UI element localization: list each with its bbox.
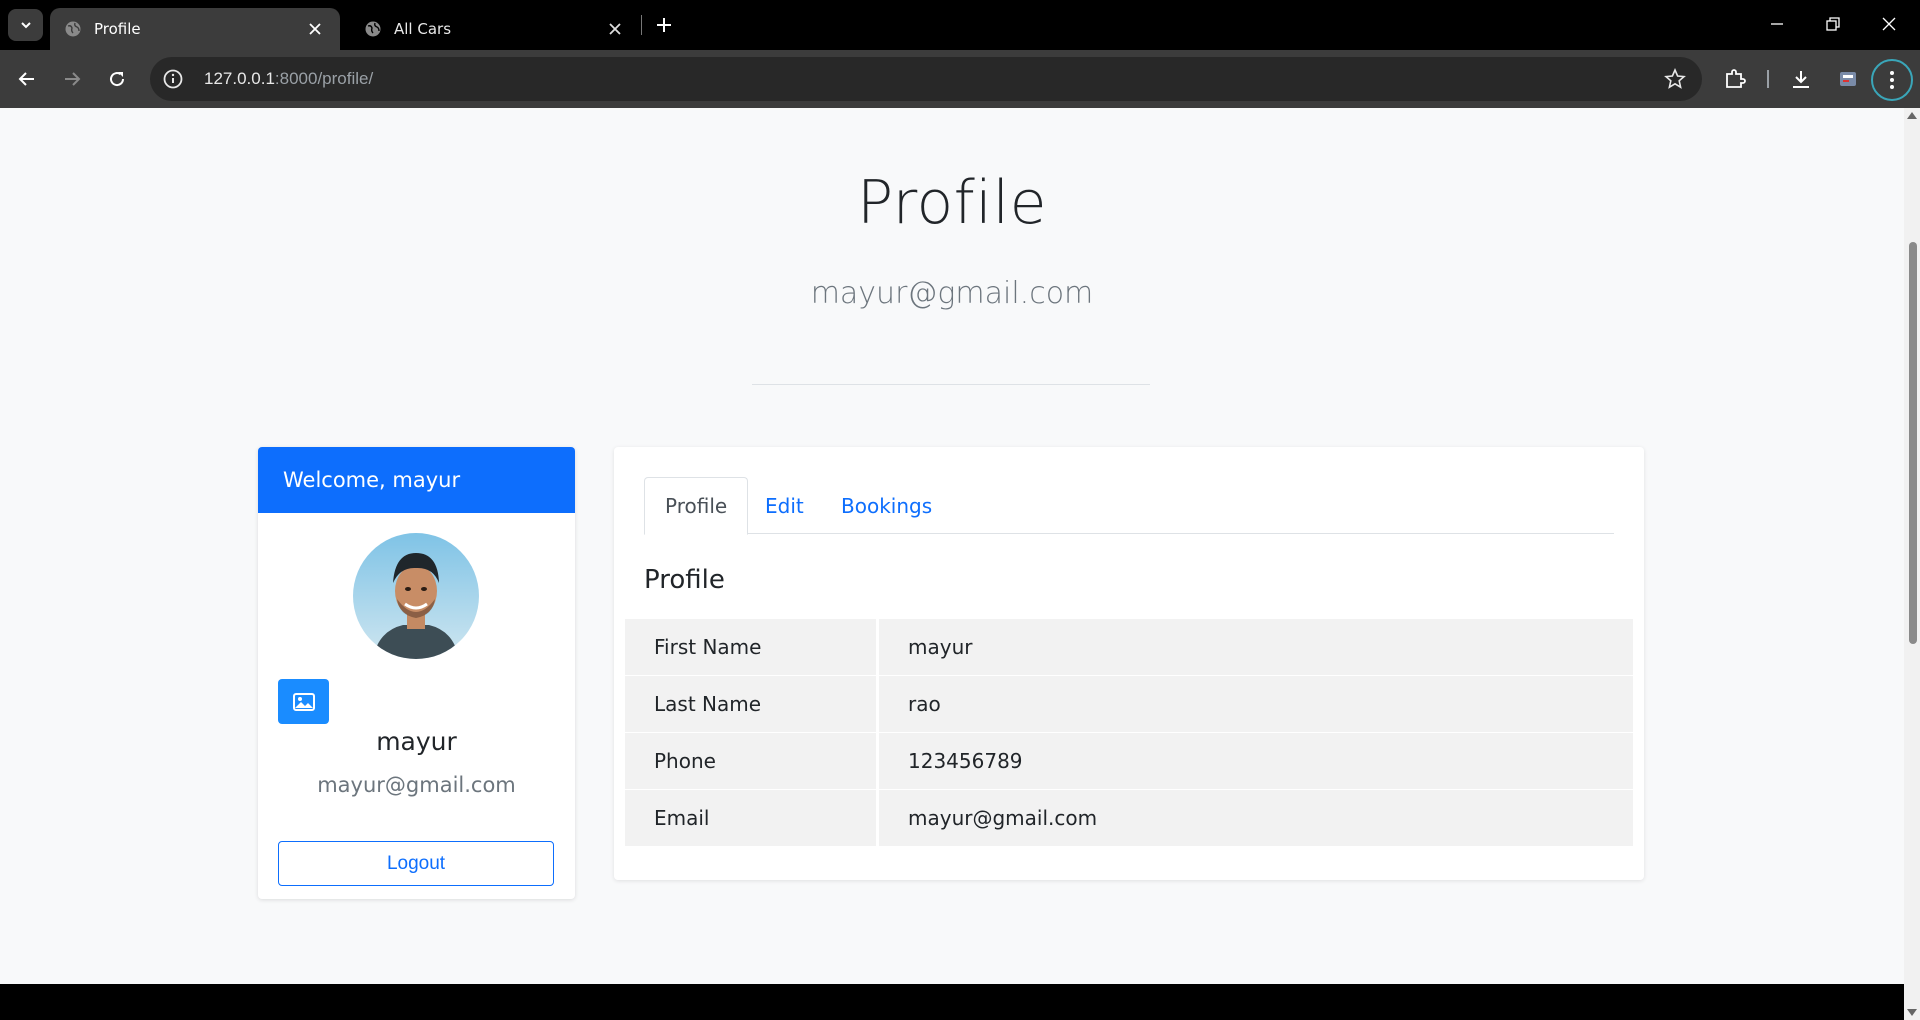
section-title: Profile (644, 565, 725, 595)
profile-extension-button[interactable] (1833, 64, 1863, 94)
close-window-button[interactable] (1866, 6, 1912, 42)
tab-title: All Cars (394, 20, 452, 38)
tab-edit[interactable]: Edit (745, 477, 824, 534)
browser-tab-all-cars[interactable]: All Cars (350, 8, 640, 50)
scroll-down-arrow-icon[interactable] (1907, 1009, 1917, 1016)
minimize-icon (1771, 23, 1783, 25)
header-divider (752, 384, 1150, 385)
reload-icon (110, 72, 125, 87)
forward-button[interactable] (55, 62, 89, 96)
arrow-left-icon (18, 72, 34, 86)
profile-info-table: First Name mayur Last Name rao Phone 123… (625, 619, 1633, 847)
url-path: :8000/profile/ (274, 69, 374, 88)
download-icon (1793, 71, 1809, 88)
row-value: mayur (879, 619, 1633, 676)
logout-button[interactable]: Logout (278, 841, 554, 886)
tab-profile[interactable]: Profile (644, 477, 749, 535)
arrow-right-icon (65, 72, 81, 86)
change-photo-button[interactable] (278, 679, 329, 724)
reload-button[interactable] (100, 62, 134, 96)
more-vertical-icon (1890, 71, 1894, 89)
table-row: Phone 123456789 (625, 733, 1633, 790)
table-row: Last Name rao (625, 676, 1633, 733)
welcome-header: Welcome, mayur (258, 447, 575, 513)
profile-tabs: Profile Edit Bookings (644, 477, 1614, 535)
chevron-down-icon (20, 22, 31, 29)
table-row: First Name mayur (625, 619, 1633, 676)
back-button[interactable] (10, 62, 44, 96)
page-title: Profile (856, 168, 1048, 238)
page-viewport: Profile mayur@gmail.com Welcome, mayur m… (0, 108, 1904, 984)
taskbar (0, 984, 1904, 1020)
table-row: Email mayur@gmail.com (625, 790, 1633, 847)
tab-separator (641, 15, 642, 35)
new-tab-button[interactable] (650, 11, 678, 39)
page-scrollbar[interactable] (1904, 108, 1920, 1020)
browser-tab-strip: Profile All Cars (0, 0, 1920, 50)
puzzle-icon (1726, 69, 1746, 88)
scroll-up-arrow-icon[interactable] (1907, 112, 1917, 119)
toolbar-separator (1767, 70, 1769, 88)
row-value: 123456789 (879, 733, 1633, 790)
extensions-button[interactable] (1720, 64, 1750, 94)
scrollbar-thumb[interactable] (1909, 242, 1917, 644)
browser-menu-button[interactable] (1871, 59, 1913, 101)
close-icon (1882, 17, 1896, 31)
tab-bookings[interactable]: Bookings (821, 477, 952, 534)
extension-card-icon (1840, 72, 1856, 86)
globe-icon (64, 20, 82, 38)
welcome-text: Welcome, mayur (283, 468, 461, 492)
minimize-button[interactable] (1754, 6, 1800, 42)
bookmark-star-icon[interactable] (1664, 67, 1686, 90)
url-host: 127.0.0.1 (204, 69, 275, 88)
row-label: Email (625, 790, 879, 847)
browser-tab-profile[interactable]: Profile (50, 8, 340, 50)
row-value: rao (879, 676, 1633, 733)
close-tab-icon[interactable] (304, 18, 326, 40)
globe-icon (364, 20, 382, 38)
downloads-button[interactable] (1786, 64, 1816, 94)
restore-icon (1826, 17, 1840, 31)
row-value: mayur@gmail.com (879, 790, 1633, 847)
tab-title: Profile (94, 20, 141, 38)
row-label: Phone (625, 733, 879, 790)
browser-toolbar: 127.0.0.1:8000/profile/ (0, 50, 1920, 108)
page-subtitle-email: mayur@gmail.com (810, 276, 1094, 311)
site-info-icon[interactable] (162, 68, 184, 90)
profile-details-card: Profile Edit Bookings Profile First Name… (614, 447, 1644, 880)
close-tab-icon[interactable] (604, 18, 626, 40)
profile-sidebar-card: Welcome, mayur mayur mayur@gmail.com Log… (258, 447, 575, 899)
plus-icon (657, 18, 671, 32)
restore-button[interactable] (1810, 6, 1856, 42)
address-bar[interactable]: 127.0.0.1:8000/profile/ (150, 57, 1702, 101)
avatar (353, 533, 479, 659)
image-icon (292, 692, 315, 711)
user-email: mayur@gmail.com (317, 773, 516, 797)
tab-search-button[interactable] (8, 9, 43, 41)
user-name: mayur (376, 727, 457, 756)
row-label: First Name (625, 619, 879, 676)
url-text: 127.0.0.1:8000/profile/ (204, 69, 373, 89)
row-label: Last Name (625, 676, 879, 733)
